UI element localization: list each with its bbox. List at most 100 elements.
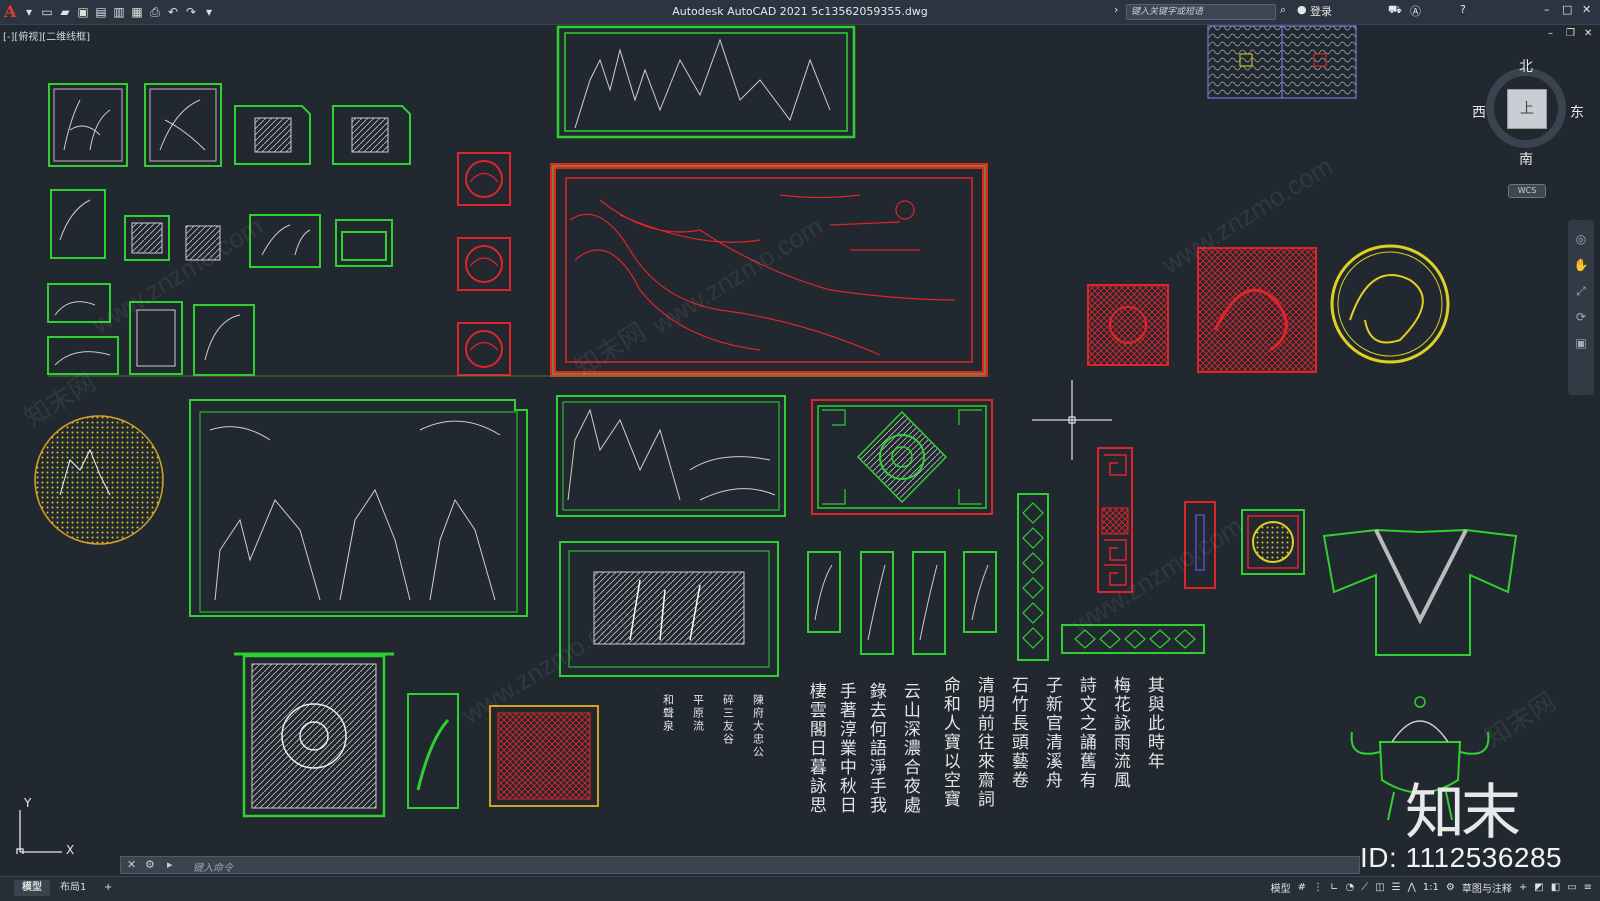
steering-wheel-icon[interactable]: ◎ bbox=[1568, 226, 1594, 252]
calligraphy-column: 云山深濃合夜處 bbox=[899, 682, 920, 815]
ucs-icon bbox=[16, 810, 62, 854]
search-input[interactable]: 键入关键字或短语 bbox=[1126, 4, 1276, 20]
tab-model[interactable]: 模型 bbox=[14, 880, 50, 896]
command-input[interactable]: 键入命令 bbox=[193, 859, 233, 874]
viewcube-top-face[interactable]: 上 bbox=[1507, 89, 1547, 129]
grid-icon[interactable]: # bbox=[1298, 882, 1306, 893]
pan-icon[interactable]: ✋ bbox=[1568, 252, 1594, 278]
bamboo-panel[interactable] bbox=[559, 541, 779, 677]
calligraphy-column: 子新官清溪舟 bbox=[1041, 676, 1062, 790]
new-file-icon[interactable]: ▭ bbox=[40, 5, 54, 19]
redo-icon[interactable]: ↷ bbox=[184, 5, 198, 19]
viewcube-east[interactable]: 东 bbox=[1570, 102, 1584, 122]
close-command-icon[interactable]: ✕ bbox=[127, 858, 136, 871]
title-bar: A ▾ ▭ ▰ ▣ ▤ ▥ ▦ ⎙ ↶ ↷ ▾ Autodesk AutoCAD… bbox=[0, 0, 1600, 25]
yellow-dragon-roundel[interactable] bbox=[1330, 244, 1450, 364]
window-title: Autodesk AutoCAD 2021 5c13562059355.dwg bbox=[672, 5, 928, 18]
cliff-landscape-panel[interactable] bbox=[556, 395, 786, 517]
login-link[interactable]: 登录 bbox=[1310, 3, 1332, 19]
osnap-icon[interactable]: ◫ bbox=[1375, 882, 1384, 893]
robe-drawing[interactable] bbox=[1322, 528, 1518, 656]
circular-landscape[interactable] bbox=[34, 415, 164, 545]
calligraphy-column: 陳府大忠公 bbox=[751, 694, 765, 759]
polar-icon[interactable]: ◔ bbox=[1345, 882, 1354, 893]
add-layout-button[interactable]: + bbox=[96, 880, 120, 896]
medallion-panel[interactable] bbox=[811, 399, 993, 515]
calligraphy-column: 梅花詠雨流風 bbox=[1109, 676, 1130, 790]
isolate-icon[interactable]: ◧ bbox=[1551, 882, 1560, 893]
model-space-toggle[interactable]: 模型 bbox=[1271, 880, 1291, 895]
status-tools: 模型 # ⋮ ∟ ◔ ⟋ ◫ ☰ ⋀ 1:1 ⚙ 草图与注释 + ◩ ◧ ▭ ≡ bbox=[1271, 880, 1592, 895]
small-dragon-medallion[interactable] bbox=[1241, 509, 1305, 575]
command-line[interactable]: ✕ ⚙ ▸ 键入命令 bbox=[120, 856, 1360, 874]
minimize-icon[interactable]: – bbox=[1544, 3, 1550, 16]
drawing-canvas[interactable] bbox=[0, 24, 1600, 854]
customization-menu-icon[interactable]: ≡ bbox=[1584, 882, 1592, 893]
snap-icon[interactable]: ⋮ bbox=[1313, 882, 1323, 893]
watermark-id: ID: 1112536285 bbox=[1360, 842, 1563, 873]
units-icon[interactable]: ◩ bbox=[1534, 882, 1543, 893]
autocad-logo-icon[interactable]: A bbox=[4, 2, 16, 21]
plus-icon[interactable]: + bbox=[1519, 882, 1527, 893]
user-icon[interactable]: ● bbox=[1297, 3, 1307, 16]
annotation-visibility-icon[interactable]: ⋀ bbox=[1408, 882, 1416, 893]
ortho-icon[interactable]: ∟ bbox=[1330, 882, 1338, 893]
green-scroll[interactable] bbox=[407, 693, 459, 809]
annotation-scale[interactable]: 1:1 bbox=[1423, 882, 1439, 893]
large-mountain-panel[interactable] bbox=[189, 399, 528, 617]
fullscreen-icon[interactable]: ▭ bbox=[1567, 882, 1576, 893]
a360-icon[interactable]: Ⓐ bbox=[1410, 3, 1421, 19]
calligraphy-column: 清明前往來齋詞 bbox=[973, 676, 994, 809]
viewcube[interactable]: 上 北 南 西 东 bbox=[1472, 56, 1584, 168]
tapestry-panel[interactable] bbox=[234, 652, 394, 818]
menu-dropdown-icon[interactable]: ▾ bbox=[22, 5, 36, 19]
lineweight-icon[interactable]: ☰ bbox=[1392, 882, 1401, 893]
viewcube-west[interactable]: 西 bbox=[1472, 102, 1486, 122]
showmotion-icon[interactable]: ▣ bbox=[1568, 330, 1594, 356]
expand-arrow-icon[interactable]: › bbox=[1114, 3, 1118, 16]
navigation-bar[interactable]: ◎ ✋ ⤢ ⟳ ▣ bbox=[1568, 220, 1594, 395]
pattern-thumbnail[interactable] bbox=[1207, 25, 1357, 99]
close-icon[interactable]: ✕ bbox=[1582, 3, 1591, 16]
undo-icon[interactable]: ↶ bbox=[166, 5, 180, 19]
publish-icon[interactable]: ▥ bbox=[112, 5, 126, 19]
plot-icon[interactable]: ▦ bbox=[130, 5, 144, 19]
red-roundel-group[interactable] bbox=[457, 152, 511, 376]
wcs-menu[interactable]: WCS bbox=[1508, 184, 1546, 198]
viewcube-south[interactable]: 南 bbox=[1519, 149, 1533, 169]
cart-icon[interactable]: ⛟ bbox=[1388, 3, 1402, 18]
calligraphy-column: 棲雲閣日暮詠思 bbox=[805, 682, 826, 815]
isodraft-icon[interactable]: ⟋ bbox=[1361, 882, 1368, 893]
tab-layout1[interactable]: 布局1 bbox=[52, 880, 94, 896]
red-dragon-square[interactable] bbox=[1197, 247, 1317, 373]
mountain-landscape-top[interactable] bbox=[556, 25, 856, 139]
calligraphy-column: 錄去何語淨手我 bbox=[865, 682, 886, 815]
search-icon[interactable]: ⌕ bbox=[1280, 3, 1286, 17]
status-bar: 模型 布局1 + 模型 # ⋮ ∟ ◔ ⟋ ◫ ☰ ⋀ 1:1 ⚙ 草图与注释 … bbox=[0, 876, 1600, 901]
workspace-gear-icon[interactable]: ⚙ bbox=[1446, 882, 1455, 893]
customize-dropdown-icon[interactable]: ▾ bbox=[202, 5, 216, 19]
zoom-extents-icon[interactable]: ⤢ bbox=[1568, 278, 1594, 304]
red-fret-column[interactable] bbox=[1097, 447, 1133, 593]
save-icon[interactable]: ▣ bbox=[76, 5, 90, 19]
vertical-panel-group[interactable] bbox=[807, 551, 997, 655]
ucs-x-label: X bbox=[66, 843, 75, 857]
maximize-icon[interactable]: □ bbox=[1562, 3, 1572, 16]
orbit-icon[interactable]: ⟳ bbox=[1568, 304, 1594, 330]
diamond-strip-vertical[interactable] bbox=[1017, 493, 1049, 661]
viewcube-north[interactable]: 北 bbox=[1519, 56, 1533, 76]
customize-icon[interactable]: ⚙ bbox=[145, 858, 155, 871]
open-folder-icon[interactable]: ▰ bbox=[58, 5, 72, 19]
help-icon[interactable]: ? bbox=[1460, 3, 1466, 16]
calligraphy-column: 和聲泉 bbox=[661, 694, 675, 733]
watermark-logo: 知末 bbox=[1405, 778, 1521, 848]
save-as-icon[interactable]: ▤ bbox=[94, 5, 108, 19]
red-lattice-square[interactable] bbox=[1087, 284, 1169, 366]
recent-commands-icon[interactable]: ▸ bbox=[167, 858, 173, 871]
quick-access-toolbar: ▾ ▭ ▰ ▣ ▤ ▥ ▦ ⎙ ↶ ↷ ▾ bbox=[22, 4, 216, 20]
calligraphy-column: 命和人寶以空寶 bbox=[939, 676, 960, 809]
calligraphy-column: 手著淳業中秋日 bbox=[835, 682, 856, 815]
red-inscription-panel[interactable] bbox=[489, 705, 599, 807]
print-icon[interactable]: ⎙ bbox=[148, 5, 162, 19]
workspace-switch[interactable]: 草图与注释 bbox=[1462, 880, 1512, 895]
